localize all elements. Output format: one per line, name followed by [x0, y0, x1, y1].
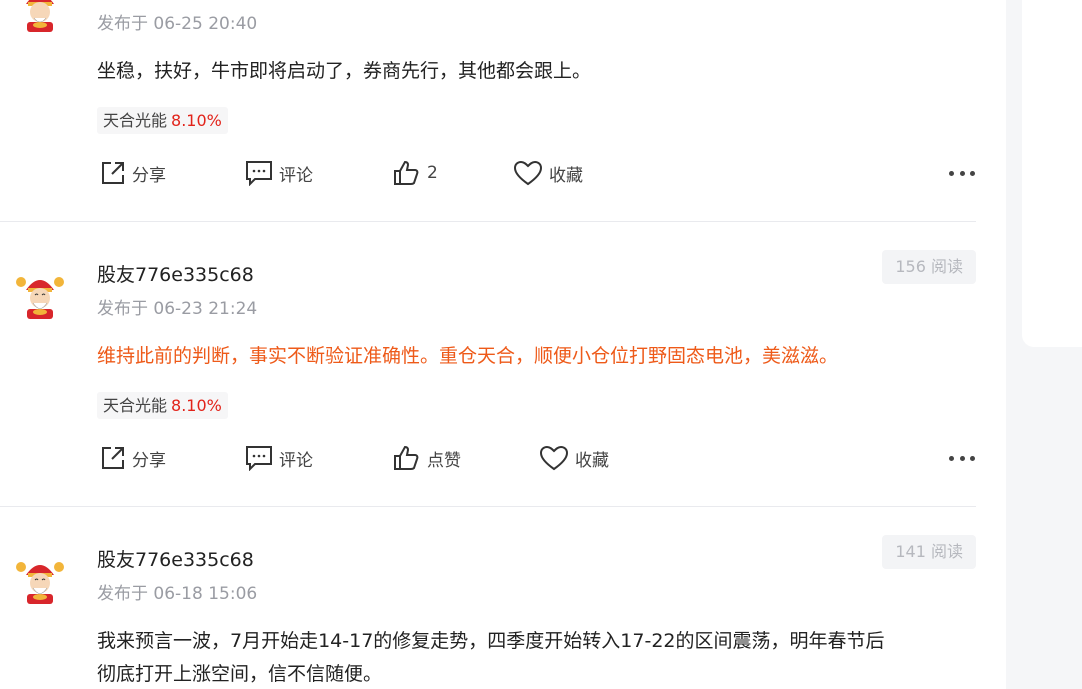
post-content[interactable]: 我来预言一波，7月开始走14-17的修复走势，四季度开始转入17-22的区间震荡… [97, 625, 982, 689]
stock-change: 8.10% [171, 111, 222, 130]
post-time: 发布于 06-23 21:24 [97, 299, 258, 319]
post-feed: 发布于 06-25 20:40 坐稳，扶好，牛市即将启动了，券商先行，其他都会跟… [0, 0, 1006, 689]
avatar[interactable] [14, 553, 66, 605]
heart-icon [513, 160, 543, 186]
like-button[interactable]: 点赞 [393, 445, 461, 471]
avatar[interactable] [14, 0, 66, 34]
post-time: 发布于 06-25 20:40 [97, 14, 258, 34]
share-icon [102, 162, 124, 184]
stock-tag[interactable]: 天合光能 8.10% [97, 107, 228, 134]
share-label: 分享 [132, 450, 166, 471]
post-item: 股友776e335c68 141 阅读 发布于 06-18 15:06 我来预言… [0, 507, 976, 689]
comment-button[interactable]: 评论 [245, 160, 313, 186]
stock-name: 天合光能 [103, 396, 168, 415]
post-time: 发布于 06-18 15:06 [97, 584, 258, 604]
comment-label: 评论 [279, 165, 313, 186]
comment-icon [246, 446, 272, 471]
favorite-label: 收藏 [575, 450, 609, 471]
comment-button[interactable]: 评论 [245, 445, 313, 471]
share-button[interactable]: 分享 [100, 160, 166, 186]
read-count-badge: 141 阅读 [882, 535, 976, 569]
favorite-button[interactable]: 收藏 [539, 445, 609, 471]
share-label: 分享 [132, 165, 166, 186]
more-icon[interactable] [949, 453, 975, 463]
side-panel [1022, 0, 1082, 347]
read-count-badge: 156 阅读 [882, 250, 976, 284]
post-content-line: 我来预言一波，7月开始走14-17的修复走势，四季度开始转入17-22的区间震荡… [97, 630, 885, 652]
author-name[interactable]: 股友776e335c68 [97, 260, 254, 287]
stock-name: 天合光能 [103, 111, 168, 130]
share-icon [102, 447, 124, 469]
stock-tag[interactable]: 天合光能 8.10% [97, 392, 228, 419]
like-label: 点赞 [427, 450, 461, 471]
thumbs-up-icon [394, 445, 419, 470]
avatar[interactable] [14, 268, 66, 320]
heart-icon [539, 445, 569, 471]
stock-change: 8.10% [171, 396, 222, 415]
thumbs-up-icon [394, 160, 419, 185]
post-content[interactable]: 坐稳，扶好，牛市即将启动了，券商先行，其他都会跟上。 [97, 55, 982, 88]
post-item: 股友776e335c68 156 阅读 发布于 06-23 21:24 维持此前… [0, 222, 976, 507]
author-name[interactable]: 股友776e335c68 [97, 545, 254, 572]
favorite-label: 收藏 [549, 165, 583, 186]
like-button[interactable]: 2 [393, 160, 438, 186]
post-content[interactable]: 维持此前的判断，事实不断验证准确性。重仓天合，顺便小仓位打野固态电池，美滋滋。 [97, 340, 982, 373]
post-item: 发布于 06-25 20:40 坐稳，扶好，牛市即将启动了，券商先行，其他都会跟… [0, 0, 976, 222]
comment-label: 评论 [279, 450, 313, 471]
share-button[interactable]: 分享 [100, 445, 166, 471]
favorite-button[interactable]: 收藏 [513, 160, 583, 186]
post-content-line: 彻底打开上涨空间，信不信随便。 [97, 663, 383, 685]
more-icon[interactable] [949, 168, 975, 178]
comment-icon [246, 161, 272, 186]
like-count: 2 [427, 163, 438, 183]
